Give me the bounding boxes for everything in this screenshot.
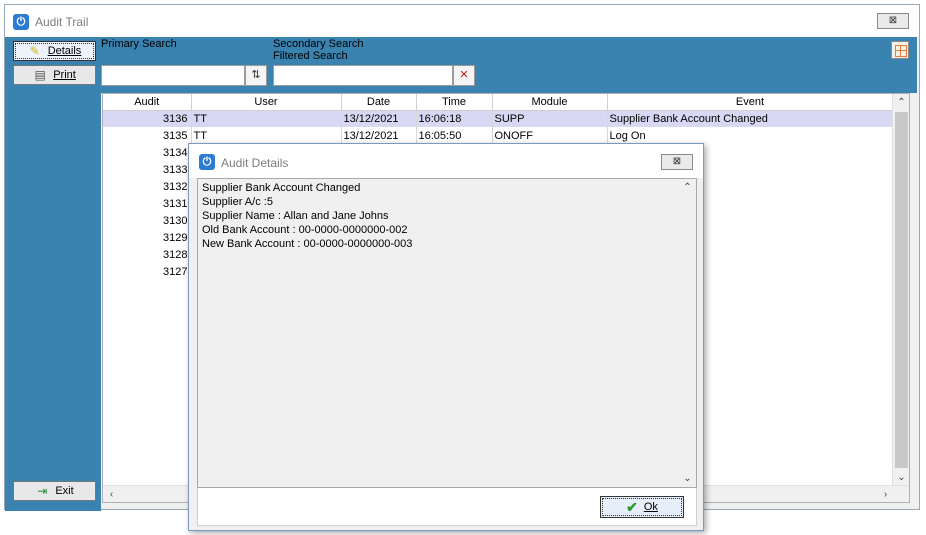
scroll-down-icon[interactable]: ⌄ [679, 470, 696, 487]
window-title: Audit Trail [35, 15, 89, 29]
details-line: Supplier Name : Allan and Jane Johns [202, 210, 389, 222]
power-icon: ⏻ [13, 14, 29, 30]
cell-audit: 3133 [103, 161, 192, 178]
filter-clear-icon[interactable]: ✕ [453, 65, 475, 86]
scroll-down-icon[interactable]: ⌄ [893, 469, 909, 486]
cell-date: 13/12/2021 [341, 110, 417, 127]
dialog-title: Audit Details [221, 156, 289, 170]
cell-user: TT [191, 110, 342, 127]
cell-audit: 3132 [103, 178, 192, 195]
cell-audit: 3129 [103, 229, 192, 246]
audit-details-dialog: ⏻ Audit Details ⊠ Supplier Bank Account … [188, 143, 704, 531]
scroll-up-icon[interactable]: ⌃ [893, 94, 909, 111]
ok-button[interactable]: ✔ Ok [600, 496, 684, 518]
cell-event: Log On [607, 127, 894, 144]
column-header-event[interactable]: Event [607, 94, 894, 111]
cell-module: ONOFF [492, 127, 608, 144]
filtered-search-label: Filtered Search [273, 50, 348, 62]
scroll-left-icon[interactable]: ‹ [103, 486, 120, 502]
column-header-date[interactable]: Date [341, 94, 417, 111]
cell-audit: 3136 [103, 110, 192, 127]
column-header-module[interactable]: Module [492, 94, 608, 111]
cell-date: 13/12/2021 [341, 127, 417, 144]
cell-time: 16:05:50 [416, 127, 493, 144]
details-icon: ✎ [29, 44, 40, 58]
cell-audit: 3130 [103, 212, 192, 229]
title-bar: ⏻ Audit Trail ⊠ [5, 5, 919, 37]
details-text: Supplier Bank Account Changed Supplier A… [202, 181, 412, 251]
vertical-scrollbar[interactable]: ⌃ ⌄ [892, 94, 909, 486]
check-icon: ✔ [626, 498, 638, 515]
table-row[interactable]: 3136 TT 13/12/2021 16:06:18 SUPP Supplier Ban… [103, 110, 894, 127]
primary-search-input[interactable] [101, 65, 245, 86]
cell-audit: 3127 [103, 263, 192, 280]
column-header-user[interactable]: User [191, 94, 342, 111]
close-button[interactable]: ⊠ [877, 13, 909, 29]
cell-audit: 3131 [103, 195, 192, 212]
secondary-search-input[interactable] [273, 65, 453, 86]
scroll-up-icon[interactable]: ⌃ [679, 179, 696, 196]
details-line: Old Bank Account : 00-0000-0000000-002 [202, 224, 408, 236]
scroll-right-icon[interactable]: › [877, 486, 894, 502]
table-row[interactable]: 3135 TT 13/12/2021 16:05:50 ONOFF Log On [103, 127, 894, 144]
details-line: Supplier Bank Account Changed [202, 182, 361, 194]
print-icon: ▤ [34, 68, 46, 82]
primary-search-label: Primary Search [101, 38, 177, 50]
print-button[interactable]: ▤ Print [13, 65, 96, 85]
column-header-time[interactable]: Time [416, 94, 493, 111]
cell-audit: 3128 [103, 246, 192, 263]
table-header: Audit User Date Time Module Event [103, 94, 894, 111]
cell-audit: 3134 [103, 144, 192, 161]
dialog-footer: ✔ Ok [197, 488, 697, 526]
cell-event: Supplier Bank Account Changed [607, 110, 894, 127]
dialog-vertical-scrollbar[interactable]: ⌃ ⌄ [679, 179, 696, 487]
secondary-search-label: Secondary Search [273, 38, 364, 50]
details-line: New Bank Account : 00-0000-0000000-003 [202, 238, 413, 250]
cell-module: SUPP [492, 110, 608, 127]
cell-time: 16:06:18 [416, 110, 493, 127]
search-panel: Primary Search Secondary Search Filtered… [101, 37, 917, 93]
cell-user: TT [191, 127, 342, 144]
power-icon: ⏻ [199, 154, 215, 170]
dialog-title-bar: ⏻ Audit Details ⊠ [189, 144, 703, 178]
exit-button[interactable]: ⇥ Exit [13, 481, 96, 501]
details-line: Supplier A/c :5 [202, 196, 273, 208]
details-button[interactable]: ✎ Details [13, 41, 96, 61]
dialog-close-button[interactable]: ⊠ [661, 154, 693, 170]
sidebar: ✎ Details ▤ Print ⇥ Exit [5, 37, 101, 511]
exit-icon: ⇥ [37, 484, 48, 498]
details-textbox[interactable]: Supplier Bank Account Changed Supplier A… [197, 178, 697, 488]
scroll-thumb[interactable] [895, 112, 908, 468]
cell-audit: 3135 [103, 127, 192, 144]
grid-layout-icon[interactable] [891, 41, 909, 59]
column-header-audit[interactable]: Audit [103, 94, 192, 111]
sort-icon[interactable]: ⇅ [245, 65, 267, 86]
